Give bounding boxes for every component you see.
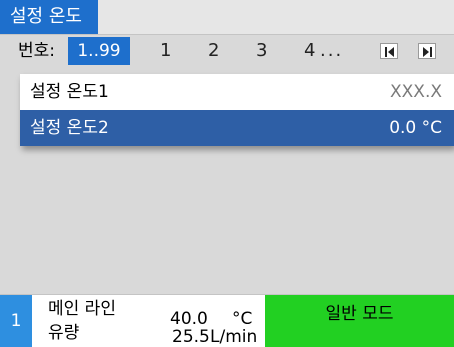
list-item-value: 0.0 °C [389,118,442,138]
mode-badge: 일반 모드 [265,295,454,347]
status-bar: 1 메인 라인 유량 40.0 °C 25.5 L/min 일반 모드 [0,294,454,347]
skip-back-button[interactable] [380,43,398,59]
skip-forward-icon [423,47,432,57]
temperature-unit: °C [232,309,253,329]
main-line-label: 메인 라인 [48,299,116,319]
tab-range-all[interactable]: 1..99 [68,37,130,65]
tab-ellipsis: ... [320,40,344,61]
page-title: 설정 온도 [0,0,98,34]
skip-back-icon [385,47,394,57]
number-label: 번호: [18,41,56,61]
setpoint-list: 설정 온도1 XXX.X 설정 온도2 0.0 °C [20,74,454,146]
list-item-name: 설정 온도2 [30,118,109,138]
number-tab-row: 번호: 1..99 1 2 3 4 ... [0,34,454,66]
status-index: 1 [0,295,32,347]
list-item-value: XXX.X [390,82,442,102]
skip-forward-button[interactable] [418,43,436,59]
tab-4[interactable]: 4 [304,35,315,67]
list-item[interactable]: 설정 온도1 XXX.X [20,74,454,110]
temperature-value: 40.0 [170,309,208,329]
tab-2[interactable]: 2 [208,35,219,67]
tab-3[interactable]: 3 [256,35,267,67]
flow-value: 25.5 [172,327,210,347]
flow-label: 유량 [48,323,80,343]
list-item-name: 설정 온도1 [30,82,109,102]
list-item-selected[interactable]: 설정 온도2 0.0 °C [20,110,454,146]
tab-1[interactable]: 1 [160,35,171,67]
flow-unit: L/min [210,327,258,347]
title-bar: 설정 온도 [0,0,454,34]
setpoint-screen: 설정 온도 번호: 1..99 1 2 3 4 ... 설정 온도1 XXX.X [0,0,454,347]
mode-label: 일반 모드 [325,304,394,324]
